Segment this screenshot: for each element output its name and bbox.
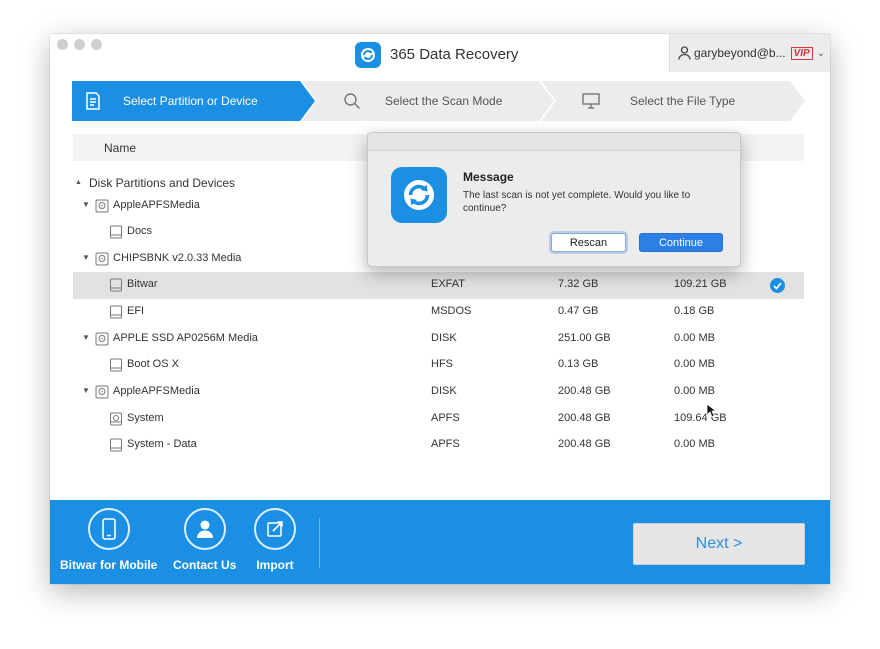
disk-icon [95, 199, 109, 213]
row-name: EFI [127, 305, 145, 317]
minimize-window-button[interactable] [74, 39, 85, 50]
rescan-button[interactable]: Rescan [551, 233, 626, 252]
import-label: Import [256, 558, 294, 572]
row-type: DISK [431, 332, 457, 344]
step-select-partition[interactable]: Select Partition or Device [72, 81, 258, 121]
row-type: EXFAT [431, 278, 466, 290]
row-name: Bitwar [127, 278, 158, 290]
mouse-cursor-icon [706, 403, 716, 418]
table-row[interactable]: Boot OS X HFS 0.13 GB 0.00 MB [73, 352, 804, 379]
zoom-window-button[interactable] [91, 39, 102, 50]
dialog-title: Message [463, 170, 514, 184]
document-icon [86, 92, 100, 110]
row-free: 0.00 MB [674, 332, 715, 344]
dialog-title-strip [368, 133, 740, 151]
contact-us-button[interactable]: Contact Us [173, 508, 236, 572]
row-type: HFS [431, 358, 453, 370]
table-row[interactable]: ▼ AppleAPFSMedia DISK 200.48 GB 0.00 MB [73, 379, 804, 406]
table-row[interactable]: System APFS 200.48 GB 109.64 GB [73, 406, 804, 433]
title-bar: 365 Data Recovery garybeyond@b... VIP ⌄ [50, 34, 830, 72]
account-menu[interactable]: garybeyond@b... VIP ⌄ [669, 34, 830, 72]
row-name: Boot OS X [127, 358, 179, 370]
row-name: AppleAPFSMedia [113, 199, 200, 211]
row-used: 200.48 GB [558, 438, 611, 450]
drive-icon [110, 225, 122, 239]
disk-icon [95, 252, 109, 266]
row-name: System [127, 412, 164, 424]
table-row-selected[interactable]: Bitwar EXFAT 7.32 GB 109.21 GB [73, 272, 804, 299]
continue-button[interactable]: Continue [639, 233, 723, 252]
import-button[interactable]: Import [254, 508, 296, 572]
row-name: System - Data [127, 438, 197, 450]
row-used: 200.48 GB [558, 385, 611, 397]
vip-badge: VIP [790, 46, 813, 60]
drive-icon [110, 305, 122, 319]
mobile-phone-icon [101, 518, 116, 540]
account-username: garybeyond@b... [694, 46, 786, 60]
selected-check-icon[interactable] [770, 278, 785, 293]
column-header-name: Name [104, 141, 137, 155]
row-used: 0.13 GB [558, 358, 599, 370]
drive-icon [110, 358, 122, 372]
row-name: AppleAPFSMedia [113, 385, 200, 397]
footer-bar: Bitwar for Mobile Contact Us Import Next… [50, 500, 830, 584]
row-free: 109.64 GB [674, 412, 727, 424]
expand-triangle-icon[interactable]: ▼ [82, 333, 90, 342]
step-1-label: Select Partition or Device [123, 94, 258, 108]
row-type: APFS [431, 438, 460, 450]
row-used: 200.48 GB [558, 412, 611, 424]
app-logo-icon [355, 42, 381, 68]
monitor-icon [582, 93, 600, 109]
person-icon [196, 520, 213, 538]
row-free: 0.00 MB [674, 438, 715, 450]
row-type: MSDOS [431, 305, 472, 317]
step-3-label: Select the File Type [630, 94, 736, 108]
row-used: 7.32 GB [558, 278, 599, 290]
table-row[interactable]: EFI MSDOS 0.47 GB 0.18 GB [73, 299, 804, 326]
row-free: 0.18 GB [674, 305, 715, 317]
message-dialog: Message The last scan is not yet complet… [367, 132, 741, 267]
row-name: Docs [127, 225, 153, 237]
bitwar-for-mobile-label: Bitwar for Mobile [60, 558, 158, 572]
row-used: 251.00 GB [558, 332, 611, 344]
close-window-button[interactable] [57, 39, 68, 50]
app-window: 365 Data Recovery garybeyond@b... VIP ⌄ … [50, 34, 830, 584]
step-select-scan-mode[interactable]: Select the Scan Mode [315, 81, 502, 121]
row-name: APPLE SSD AP0256M Media [113, 332, 258, 344]
disk-icon [95, 332, 109, 346]
expand-triangle-icon[interactable]: ▼ [82, 200, 90, 209]
drive-icon [110, 278, 122, 292]
step-2-label: Select the Scan Mode [385, 94, 503, 108]
step-select-file-type[interactable]: Select the File Type [554, 81, 735, 121]
contact-us-label: Contact Us [173, 558, 237, 572]
table-row[interactable]: System - Data APFS 200.48 GB 0.00 MB [73, 432, 804, 459]
expand-triangle-icon[interactable]: ▼ [82, 386, 90, 395]
expand-triangle-icon[interactable]: ▼ [82, 253, 90, 262]
row-free: 109.21 GB [674, 278, 727, 290]
footer-divider [319, 518, 320, 568]
drive-icon [110, 438, 122, 452]
row-used: 0.47 GB [558, 305, 599, 317]
row-free: 0.00 MB [674, 358, 715, 370]
collapse-triangle-icon[interactable]: ▲ [75, 179, 82, 186]
row-name: CHIPSBNK v2.0.33 Media [113, 252, 242, 264]
table-row[interactable]: ▼ APPLE SSD AP0256M Media DISK 251.00 GB… [73, 326, 804, 353]
row-type: DISK [431, 385, 457, 397]
bitwar-for-mobile-button[interactable]: Bitwar for Mobile [60, 508, 157, 572]
next-button[interactable]: Next > [633, 523, 805, 565]
app-title: 365 Data Recovery [390, 46, 519, 63]
chevron-down-icon: ⌄ [816, 47, 826, 59]
user-icon [678, 46, 691, 60]
group-label: Disk Partitions and Devices [89, 176, 236, 190]
row-free: 0.00 MB [674, 385, 715, 397]
search-icon [344, 93, 361, 110]
system-drive-icon [110, 412, 122, 426]
dialog-message: The last scan is not yet complete. Would… [463, 190, 691, 214]
disk-icon [95, 385, 109, 399]
wizard-steps: Select Partition or Device Select the Sc… [72, 81, 806, 121]
app-refresh-icon [391, 167, 447, 223]
import-edit-icon [267, 521, 283, 537]
row-type: APFS [431, 412, 460, 424]
